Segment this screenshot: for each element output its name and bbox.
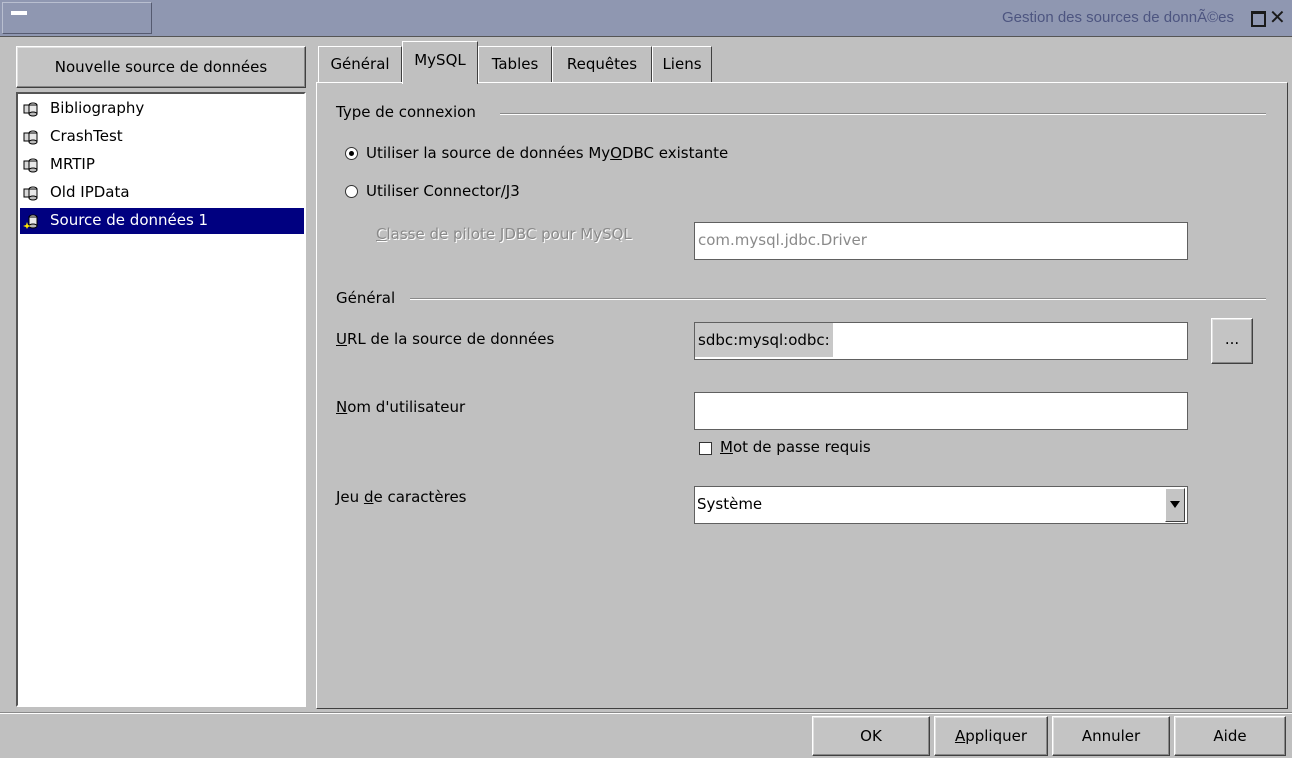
jdbc-class-field[interactable]: com.mysql.jdbc.Driver xyxy=(694,222,1188,260)
database-icon xyxy=(23,130,38,145)
charset-dropdown-button[interactable] xyxy=(1165,488,1185,522)
title-bar[interactable]: Gestion des sources de donnÃ©es ✕ xyxy=(0,0,1292,37)
tab-requetes[interactable]: Requêtes xyxy=(552,46,652,82)
password-required-checkbox[interactable] xyxy=(699,442,712,455)
charset-label: Jeu de caractères xyxy=(336,488,467,506)
tab-general[interactable]: Général xyxy=(318,46,402,82)
radio-myodbc-label[interactable]: Utiliser la source de données MyODBC exi… xyxy=(366,144,728,162)
new-data-source-button[interactable]: Nouvelle source de données xyxy=(16,46,306,88)
radio-connector-j3[interactable] xyxy=(345,185,358,198)
list-item-label: Bibliography xyxy=(50,99,145,117)
charset-select[interactable]: Système xyxy=(694,486,1188,524)
url-label: URL de la source de données xyxy=(336,330,555,348)
data-source-list[interactable]: Bibliography CrashTest MRTIP Old IPData … xyxy=(16,92,306,707)
list-item-label: Old IPData xyxy=(50,183,130,201)
window-title: Gestion des sources de donnÃ©es xyxy=(1001,9,1234,26)
maximize-icon[interactable] xyxy=(1251,11,1266,27)
list-item-label: CrashTest xyxy=(50,127,123,145)
tab-tables[interactable]: Tables xyxy=(478,46,552,82)
database-icon xyxy=(23,158,38,173)
close-icon[interactable]: ✕ xyxy=(1269,7,1287,27)
list-item[interactable]: Old IPData xyxy=(20,180,304,206)
radio-connector-j3-label[interactable]: Utiliser Connector/J3 xyxy=(366,182,520,200)
group-title-general: Général xyxy=(336,289,402,307)
url-field[interactable]: sdbc:mysql:odbc: xyxy=(694,322,1188,360)
tab-liens[interactable]: Liens xyxy=(652,46,712,82)
ok-button[interactable]: OK xyxy=(812,716,930,756)
username-label: Nom d'utilisateur xyxy=(336,398,466,416)
minimize-icon xyxy=(11,11,27,15)
tab-mysql[interactable]: MySQL xyxy=(402,41,478,84)
apply-button[interactable]: Appliquer xyxy=(934,716,1048,756)
group-title-connection: Type de connexion xyxy=(336,103,482,121)
jdbc-class-label: Classe de pilote JDBC pour MySQL xyxy=(376,225,632,243)
chevron-down-icon xyxy=(1170,501,1180,508)
list-item[interactable]: MRTIP xyxy=(20,152,304,178)
group-divider xyxy=(500,113,1266,115)
list-item-label: Source de données 1 xyxy=(50,211,209,229)
url-prefix: sdbc:mysql:odbc: xyxy=(695,323,833,357)
username-field[interactable] xyxy=(694,392,1188,430)
window-menu-button[interactable] xyxy=(2,2,152,34)
database-icon xyxy=(23,102,38,117)
footer-divider xyxy=(0,712,1292,714)
password-required-label[interactable]: Mot de passe requis xyxy=(720,438,871,456)
list-item[interactable]: CrashTest xyxy=(20,124,304,150)
database-icon xyxy=(23,186,38,201)
list-item-label: MRTIP xyxy=(50,155,95,173)
cancel-button[interactable]: Annuler xyxy=(1052,716,1170,756)
group-divider xyxy=(410,298,1266,300)
browse-button[interactable]: ... xyxy=(1211,318,1253,364)
list-item-selected[interactable]: Source de données 1 xyxy=(20,208,304,234)
list-item[interactable]: Bibliography xyxy=(20,96,304,122)
radio-myodbc[interactable] xyxy=(345,147,358,160)
help-button[interactable]: Aide xyxy=(1174,716,1286,756)
new-database-icon xyxy=(23,214,38,229)
